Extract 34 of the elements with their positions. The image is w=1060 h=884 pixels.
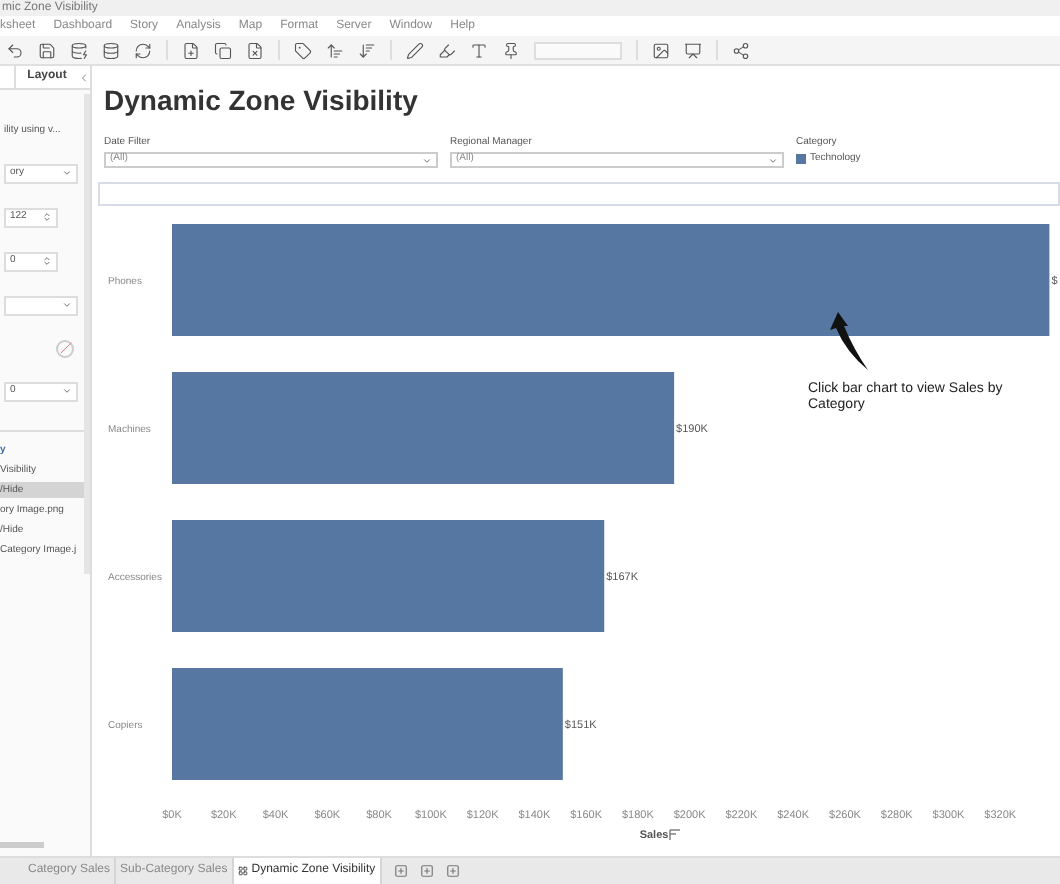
new-dashboard-icon[interactable] — [419, 864, 434, 878]
dashboard-icon — [237, 866, 248, 876]
pen-icon[interactable] — [406, 41, 424, 59]
caret-icon — [62, 300, 72, 310]
presentation-icon[interactable] — [684, 41, 702, 59]
clear-sheet-icon[interactable] — [246, 41, 264, 59]
sort-ascending-icon[interactable] — [326, 41, 344, 59]
sort-icon[interactable] — [669, 829, 681, 841]
scrollbar[interactable] — [0, 842, 44, 848]
dashboard-title: Dynamic Zone Visibility — [104, 84, 418, 116]
image-icon[interactable] — [652, 41, 670, 59]
caret-icon — [62, 168, 72, 178]
spinner-icon — [42, 212, 52, 222]
duplicate-icon[interactable] — [214, 41, 232, 59]
highlighter-icon[interactable] — [438, 41, 456, 59]
refresh-icon[interactable] — [134, 41, 152, 59]
save-icon[interactable] — [38, 41, 56, 59]
new-worksheet-icon[interactable] — [393, 864, 408, 878]
new-story-icon[interactable] — [445, 864, 460, 878]
caret-icon — [62, 386, 72, 396]
curved-arrow — [830, 312, 868, 370]
caret-icon — [768, 155, 778, 165]
no-color-icon[interactable] — [56, 339, 74, 357]
undo-icon[interactable] — [6, 41, 24, 59]
database-icon[interactable] — [70, 41, 88, 59]
label-icon[interactable] — [294, 41, 312, 59]
share-icon[interactable] — [732, 41, 750, 59]
database-icon[interactable] — [102, 41, 120, 59]
pin-icon[interactable] — [502, 41, 520, 59]
sort-descending-icon[interactable] — [358, 41, 376, 59]
new-sheet-icon[interactable] — [182, 41, 200, 59]
caret-icon — [422, 155, 432, 165]
text-icon[interactable] — [470, 41, 488, 59]
spinner-icon — [42, 256, 52, 266]
